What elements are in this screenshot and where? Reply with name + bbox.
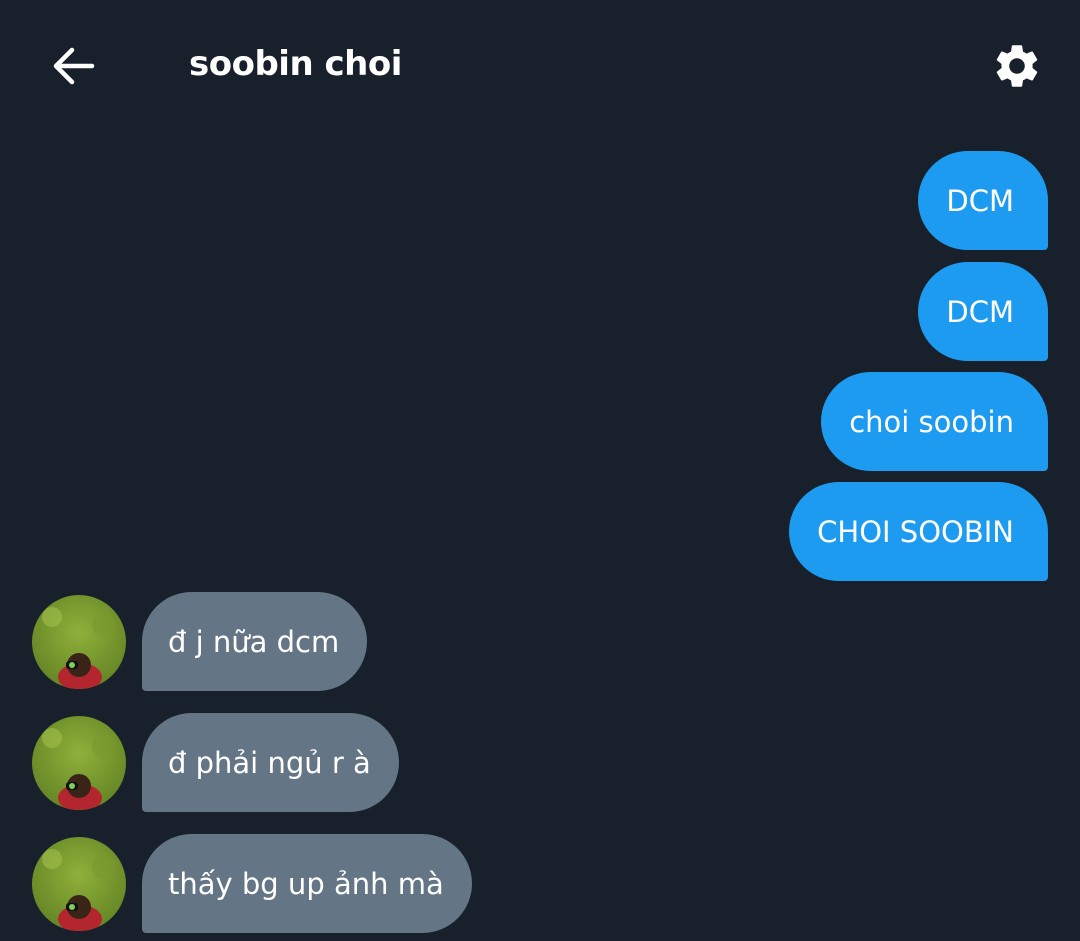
- received-message-bubble[interactable]: thấy bg up ảnh mà: [142, 834, 472, 933]
- received-message-bubble[interactable]: đ phải ngủ r à: [142, 713, 399, 812]
- sent-message-bubble[interactable]: DCM: [918, 262, 1048, 361]
- sent-message-bubble[interactable]: choi soobin: [821, 372, 1048, 471]
- arrow-left-icon: [53, 47, 95, 85]
- gear-icon: [996, 45, 1038, 87]
- settings-button[interactable]: [982, 30, 1052, 102]
- received-message-row: đ j nữa dcm: [32, 592, 368, 691]
- contact-avatar[interactable]: [32, 836, 126, 931]
- received-message-bubble[interactable]: đ j nữa dcm: [142, 592, 368, 691]
- chat-screen: soobin choi DCM DCM choi soobin CHOI SOO…: [0, 0, 1080, 941]
- contact-avatar[interactable]: [32, 715, 126, 810]
- conversation-title: soobin choi: [189, 44, 402, 84]
- received-message-row: đ phải ngủ r à: [32, 713, 399, 812]
- received-message-row: thấy bg up ảnh mà: [32, 834, 472, 933]
- sent-message-bubble[interactable]: CHOI SOOBIN: [789, 482, 1048, 581]
- contact-avatar[interactable]: [32, 594, 126, 689]
- sent-message-bubble[interactable]: DCM: [918, 151, 1048, 250]
- back-button[interactable]: [40, 30, 108, 102]
